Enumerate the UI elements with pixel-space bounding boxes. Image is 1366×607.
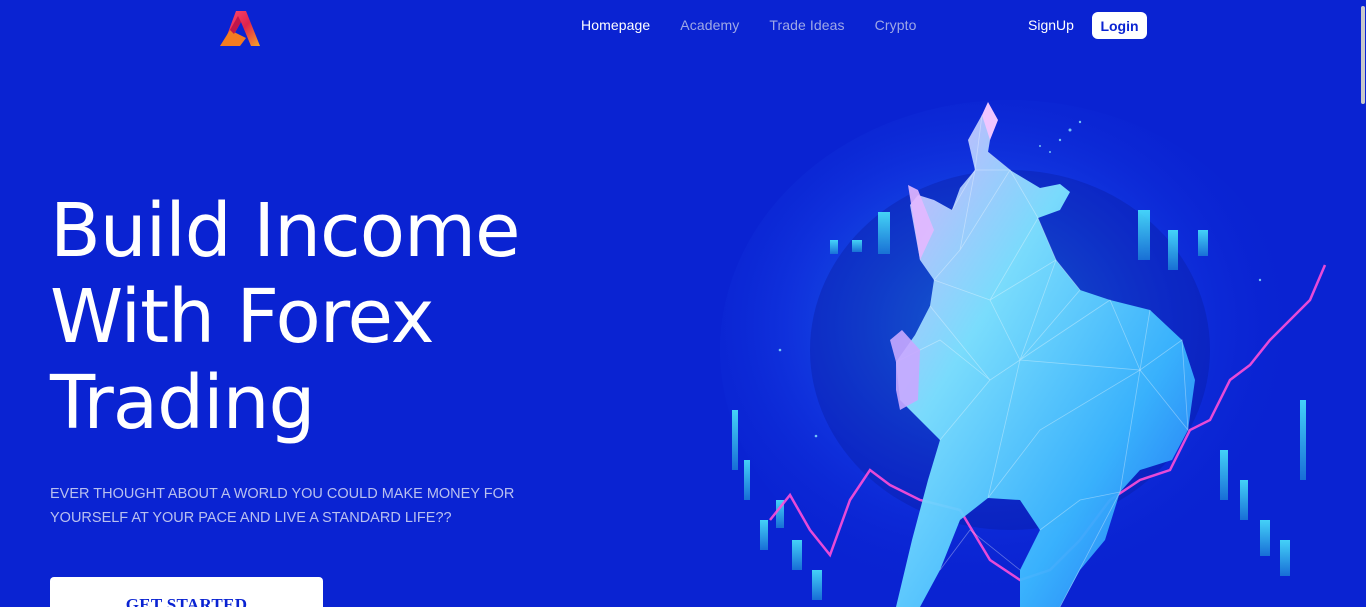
nav-link-homepage[interactable]: Homepage [581,17,650,33]
main-nav: Homepage Academy Trade Ideas Crypto [581,17,947,33]
scrollbar-thumb[interactable] [1361,6,1365,104]
hero-subtitle: EVER THOUGHT ABOUT A WORLD YOU COULD MAK… [50,486,515,526]
nav-link-crypto[interactable]: Crypto [875,17,917,33]
hero-title-line-1: Build Income [50,188,521,274]
bull-illustration [720,100,1340,607]
login-button[interactable]: Login [1092,12,1147,39]
brand-logo-icon[interactable] [216,8,262,50]
hero-title-line-2: With Forex [50,274,435,360]
nav-link-trade-ideas[interactable]: Trade Ideas [769,17,844,33]
hero-title: Build Income With Forex Trading [50,188,610,446]
signup-link[interactable]: SignUp [1028,17,1074,33]
get-started-button[interactable]: GET STARTED [50,577,323,607]
nav-link-academy[interactable]: Academy [680,17,739,33]
page-scrollbar[interactable] [1360,0,1366,607]
hero-title-line-3: Trading [50,360,316,446]
